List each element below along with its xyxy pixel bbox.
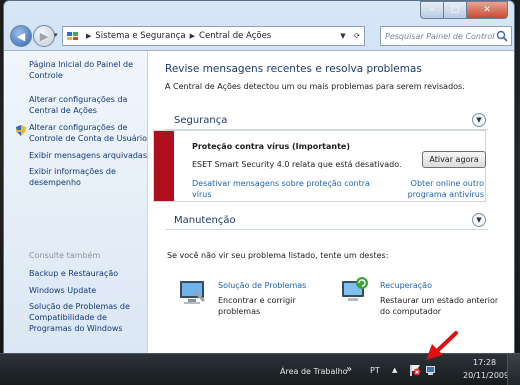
sidebar-item-archived-messages[interactable]: Exibir mensagens arquivadas [29, 150, 147, 161]
alert-title: Proteção contra vírus (Importante) [192, 142, 350, 151]
recovery-description: Restaurar um estado anterior do computad… [380, 296, 499, 316]
clock-time[interactable]: 17:28 [473, 358, 496, 367]
link-backup-restore[interactable]: Backup e Restauração [29, 268, 147, 279]
turn-off-messages-link[interactable]: Desativar mensagens sobre proteção contr… [192, 178, 372, 200]
close-button[interactable]: ✕ [466, 1, 508, 19]
section-divider [165, 229, 488, 230]
troubleshooting-description: Encontrar e corrigir problemas [218, 296, 296, 316]
breadcrumb-system-security[interactable]: Sistema e Segurança [95, 31, 185, 41]
content-area: Página Inicial do Painel de Controle Alt… [4, 50, 514, 353]
section-security-heading[interactable]: Segurança [174, 115, 227, 126]
breadcrumb-action-center[interactable]: Central de Ações [199, 31, 271, 41]
turn-on-now-button[interactable]: Ativar agora [422, 151, 486, 168]
collapse-security-chevron-icon[interactable]: ▼ [472, 113, 486, 127]
refresh-icon[interactable]: ⟳ [350, 32, 364, 40]
address-actions: ▼ ⟳ [336, 27, 364, 45]
search-input[interactable]: Pesquisar Painel de Controle [381, 32, 495, 41]
see-also-heading: Consulte também [29, 251, 101, 260]
sidebar-item-uac-settings[interactable]: Alterar configurações de Controle de Con… [29, 122, 147, 144]
network-icon[interactable] [425, 364, 437, 376]
recovery-link[interactable]: Recuperação [380, 281, 432, 290]
search-box[interactable]: Pesquisar Painel de Controle [380, 26, 512, 46]
breadcrumb-separator-icon[interactable]: ▶ [190, 32, 195, 40]
window-controls: – □ ✕ [420, 1, 508, 19]
troubleshooting-link[interactable]: Solução de Problemas [218, 281, 306, 290]
main-panel: Revise mensagens recentes e resolva prob… [148, 51, 514, 353]
toolbar-expand-icon[interactable]: » [346, 364, 352, 375]
link-windows-update[interactable]: Windows Update [29, 285, 147, 296]
clock-date[interactable]: 20/11/2009 [463, 371, 509, 380]
control-panel-icon [67, 32, 78, 40]
alert-severity-bar [154, 131, 174, 201]
link-compatibility-troubleshooter[interactable]: Solução de Problemas de Compatibilidade … [29, 301, 147, 334]
page-subtitle: A Central de Ações detectou um ou mais p… [165, 82, 465, 91]
language-indicator[interactable]: PT [370, 366, 380, 375]
recovery-icon[interactable] [340, 275, 370, 305]
back-button[interactable]: ◀ [10, 25, 32, 47]
troubleshoot-hint: Se você não vir seu problema listado, te… [167, 251, 389, 260]
action-center-window: – □ ✕ ◀ ▶ ▾ ▶ Sistema e Segurança ▶ Cent… [3, 0, 515, 354]
alert-description: ESET Smart Security 4.0 relata que está … [192, 160, 402, 169]
shield-icon [16, 125, 26, 136]
show-desktop-button[interactable] [507, 354, 520, 385]
maximize-button[interactable]: □ [443, 1, 466, 19]
red-arrow-annotation-icon [426, 331, 458, 360]
recent-pages-dropdown-icon[interactable]: ▾ [54, 31, 58, 39]
sidebar-item-action-center-settings[interactable]: Alterar configurações da Central de Açõe… [29, 94, 147, 116]
expand-maintenance-chevron-icon[interactable]: ▼ [472, 213, 486, 227]
action-center-flag-icon[interactable] [409, 364, 421, 376]
sidebar: Página Inicial do Painel de Controle Alt… [4, 51, 148, 353]
search-icon[interactable] [495, 29, 509, 43]
forward-button[interactable]: ▶ [33, 25, 55, 47]
address-bar[interactable]: ▶ Sistema e Segurança ▶ Central de Ações… [62, 26, 365, 46]
troubleshooting-icon[interactable] [178, 277, 208, 307]
navigation-bar: ◀ ▶ ▾ ▶ Sistema e Segurança ▶ Central de… [4, 23, 514, 47]
breadcrumb-separator-icon[interactable]: ▶ [86, 32, 91, 40]
page-title: Revise mensagens recentes e resolva prob… [165, 63, 422, 75]
show-hidden-icons-icon[interactable]: ▲ [392, 366, 397, 374]
sidebar-item-performance-info[interactable]: Exibir informações de desempenho [29, 166, 147, 188]
address-history-icon[interactable]: ▼ [336, 32, 350, 40]
desktop-toolbar[interactable]: Área de Trabalho [280, 367, 348, 376]
sidebar-item-control-panel-home[interactable]: Página Inicial do Painel de Controle [29, 59, 147, 81]
minimize-button[interactable]: – [420, 1, 443, 19]
virus-protection-alert: Proteção contra vírus (Importante) ESET … [153, 130, 486, 202]
get-antivirus-online-link[interactable]: Obter online outro programa antivírus [372, 178, 484, 200]
section-maintenance-heading[interactable]: Manutenção [174, 215, 236, 226]
